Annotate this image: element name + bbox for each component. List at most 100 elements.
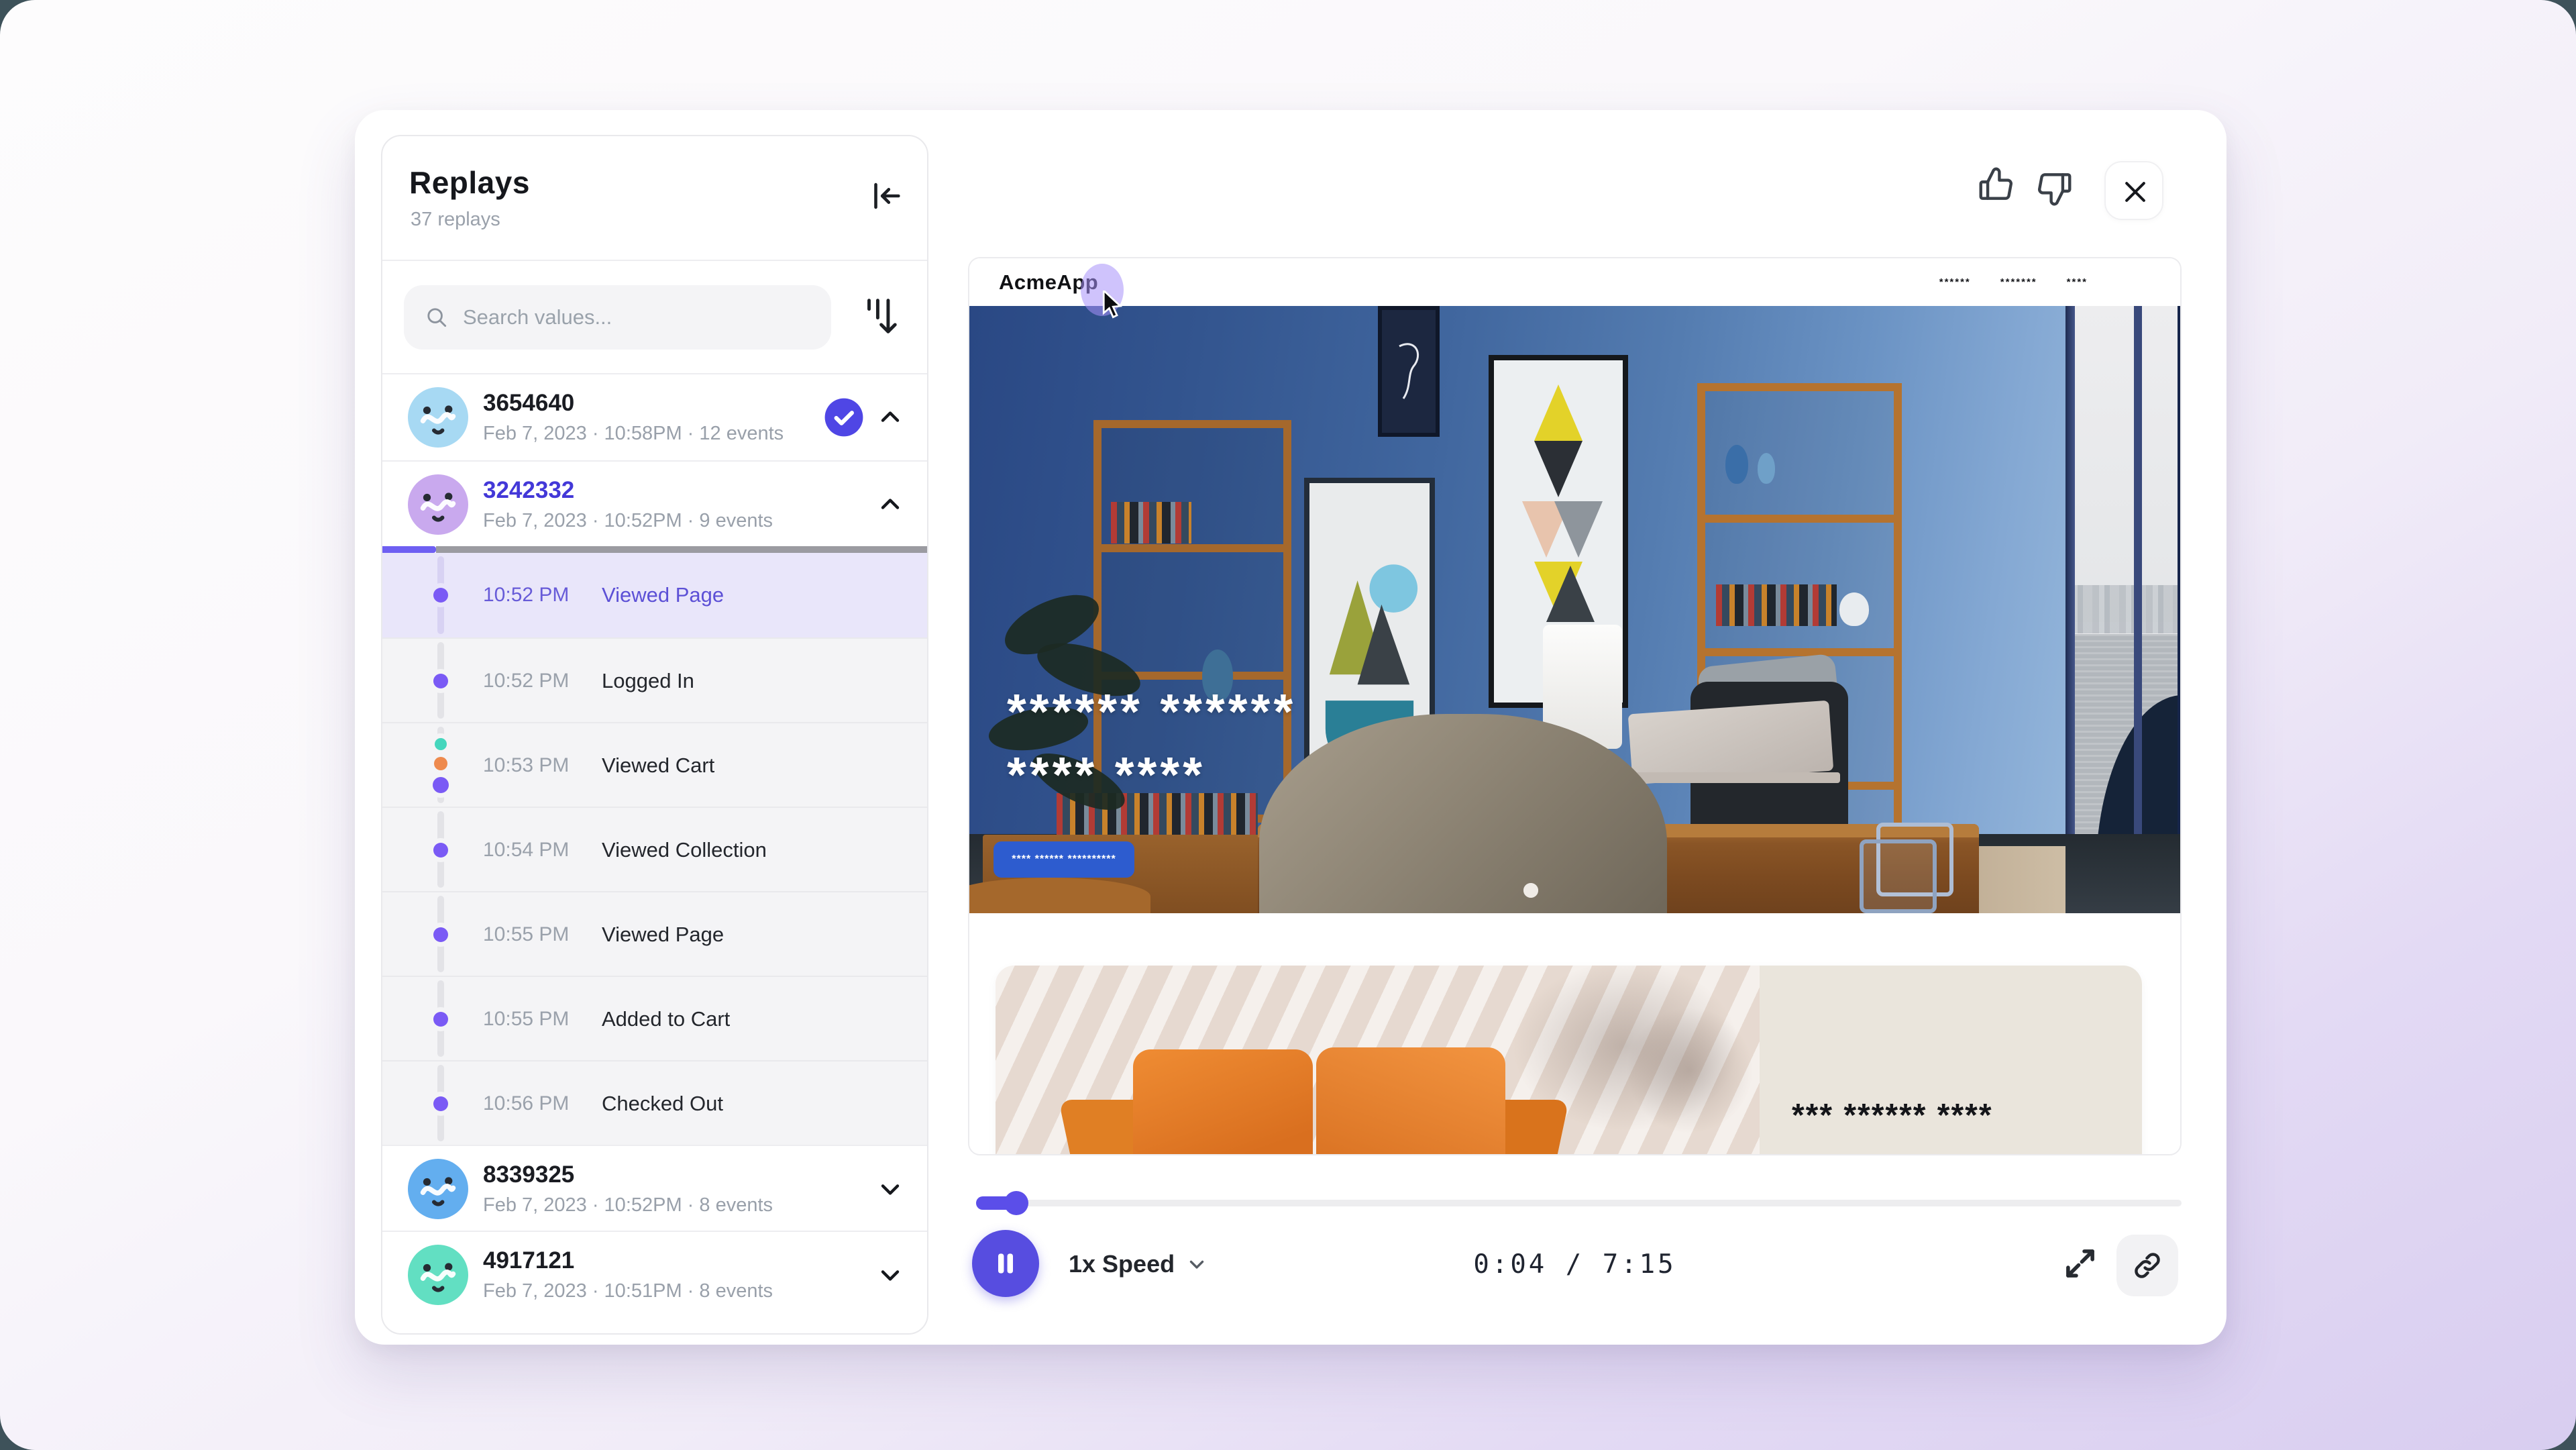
event-row[interactable]: 10:52 PM Viewed Page xyxy=(382,553,927,637)
wall-art-small xyxy=(1378,306,1440,437)
product-card: *** ****** **** xyxy=(996,966,2142,1155)
avatar xyxy=(408,474,468,535)
replay-count: 37 replays xyxy=(411,209,500,231)
event-label: Viewed Cart xyxy=(602,754,714,778)
event-row[interactable]: 10:54 PM Viewed Collection xyxy=(382,807,927,891)
event-label: Logged In xyxy=(602,669,694,693)
session-meta: Feb 7, 2023 · 10:52PM · 8 events xyxy=(483,1194,773,1216)
product-image-sofa xyxy=(996,966,1760,1155)
thumbs-up-button[interactable] xyxy=(1976,164,2017,207)
event-dot xyxy=(433,1012,448,1027)
session-meta: Feb 7, 2023 · 10:51PM · 8 events xyxy=(483,1280,773,1302)
fullscreen-button[interactable] xyxy=(2060,1244,2100,1284)
session-id: 3654640 xyxy=(483,390,574,417)
replay-nav-masked-item: ******* xyxy=(2000,276,2037,288)
event-dot xyxy=(433,674,448,688)
event-time: 10:54 PM xyxy=(483,839,569,862)
thumbs-down-button[interactable] xyxy=(2033,168,2075,211)
event-time: 10:55 PM xyxy=(483,923,569,946)
session-progress-bar xyxy=(382,546,927,553)
cursor-icon xyxy=(1101,291,1125,320)
replay-site-nav-links: ***************** xyxy=(1939,258,2088,306)
link-icon xyxy=(2132,1250,2163,1281)
event-row[interactable]: 10:56 PM Checked Out xyxy=(382,1060,927,1145)
sort-descending-icon xyxy=(859,290,900,342)
event-row[interactable]: 10:53 PM Viewed Cart xyxy=(382,722,927,807)
product-info-panel: *** ****** **** xyxy=(1760,966,2142,1155)
search-input[interactable] xyxy=(463,285,812,350)
collapse-left-icon xyxy=(866,176,905,215)
replay-site-navbar: AcmeApp ***************** xyxy=(969,258,2180,306)
session-row-4917121[interactable]: 4917121 Feb 7, 2023 · 10:51PM · 8 events xyxy=(382,1231,927,1316)
hero-masked-heading-line2: **** **** xyxy=(1007,746,1205,803)
carousel-dot xyxy=(1523,883,1538,898)
event-time: 10:52 PM xyxy=(483,584,569,607)
avatar xyxy=(408,1159,468,1219)
session-meta: Feb 7, 2023 · 10:58PM · 12 events xyxy=(483,423,784,445)
event-row[interactable]: 10:52 PM Logged In xyxy=(382,637,927,722)
chevron-down-icon[interactable] xyxy=(875,1260,905,1290)
event-label: Viewed Page xyxy=(602,923,724,947)
session-row-3242332[interactable]: 3242332Feb 7, 2023 · 10:52PM · 9 events xyxy=(382,460,927,546)
replay-viewport: AcmeApp ***************** xyxy=(968,257,2182,1155)
close-button[interactable] xyxy=(2104,161,2163,220)
replay-site-body: *** ****** **** xyxy=(969,913,2182,1155)
event-dot xyxy=(433,588,448,603)
timeline-scrubber[interactable] xyxy=(969,1190,2182,1216)
event-time: 10:55 PM xyxy=(483,1008,569,1031)
hero-masked-heading-line1: ****** ****** xyxy=(1007,683,1296,740)
copy-link-button[interactable] xyxy=(2116,1235,2178,1296)
event-dot xyxy=(433,927,448,942)
event-dot xyxy=(435,738,447,750)
speed-label: 1x Speed xyxy=(1069,1250,1175,1278)
sort-button[interactable] xyxy=(856,288,903,346)
event-row[interactable]: 10:55 PM Viewed Page xyxy=(382,891,927,976)
event-time: 10:53 PM xyxy=(483,754,569,777)
speed-selector[interactable]: 1x Speed xyxy=(1069,1224,1208,1304)
event-label: Viewed Collection xyxy=(602,838,767,862)
desktop-background: Replays 37 replays xyxy=(0,0,2576,1450)
event-time: 10:52 PM xyxy=(483,670,569,692)
session-id: 4917121 xyxy=(483,1247,574,1274)
page-title: Replays xyxy=(409,164,530,201)
search-input-wrap xyxy=(404,285,831,350)
event-dot xyxy=(433,777,449,793)
stool xyxy=(969,878,1150,913)
chevron-down-icon[interactable] xyxy=(875,1174,905,1204)
event-time: 10:56 PM xyxy=(483,1092,569,1115)
replay-nav-masked-item: **** xyxy=(2067,276,2088,288)
session-id: 3242332 xyxy=(483,477,574,504)
session-progress-rest xyxy=(436,546,927,553)
thumbs-up-icon xyxy=(1976,164,2017,205)
event-dot xyxy=(433,1096,448,1111)
event-row[interactable]: 10:55 PMAdded to Cart xyxy=(382,976,927,1060)
expand-icon xyxy=(2061,1244,2100,1283)
collapse-sidebar-button[interactable] xyxy=(864,175,907,218)
pause-icon xyxy=(991,1249,1020,1278)
sidebar-search-row xyxy=(382,261,927,374)
hero-cta-button: **** ****** ********** xyxy=(994,841,1134,878)
player-controls: 1x Speed 0:04 / 7:15 xyxy=(968,1224,2182,1304)
replay-hero-image: ****** ****** **** **** **** ****** ****… xyxy=(969,306,2182,913)
product-masked-text: *** ****** **** xyxy=(1792,1097,1993,1134)
scrubber-knob[interactable] xyxy=(1004,1191,1028,1215)
chevron-up-icon[interactable] xyxy=(875,403,905,432)
time-display: 0:04 / 7:15 xyxy=(1473,1249,1676,1280)
search-icon xyxy=(424,305,449,330)
chevron-down-icon xyxy=(1185,1253,1208,1276)
event-dot xyxy=(434,757,447,770)
session-progress-fill xyxy=(382,546,436,553)
session-id: 8339325 xyxy=(483,1161,574,1188)
window-illustration xyxy=(2065,306,2182,913)
replay-nav-masked-item: ****** xyxy=(1939,276,1971,288)
pause-button[interactable] xyxy=(972,1230,1039,1297)
selected-check-badge[interactable] xyxy=(823,397,865,438)
event-label: Checked Out xyxy=(602,1092,723,1116)
session-list: 3654640 Feb 7, 2023 · 10:58PM · 12 events… xyxy=(382,374,927,1316)
replays-sidebar: Replays 37 replays xyxy=(381,135,928,1335)
replay-modal: Replays 37 replays xyxy=(355,110,2226,1345)
session-row-8339325[interactable]: 8339325 Feb 7, 2023 · 10:52PM · 8 events xyxy=(382,1145,927,1231)
event-label: Viewed Page xyxy=(602,583,724,607)
chevron-up-icon[interactable] xyxy=(875,490,905,519)
session-row-3654640[interactable]: 3654640 Feb 7, 2023 · 10:58PM · 12 events xyxy=(382,374,927,460)
